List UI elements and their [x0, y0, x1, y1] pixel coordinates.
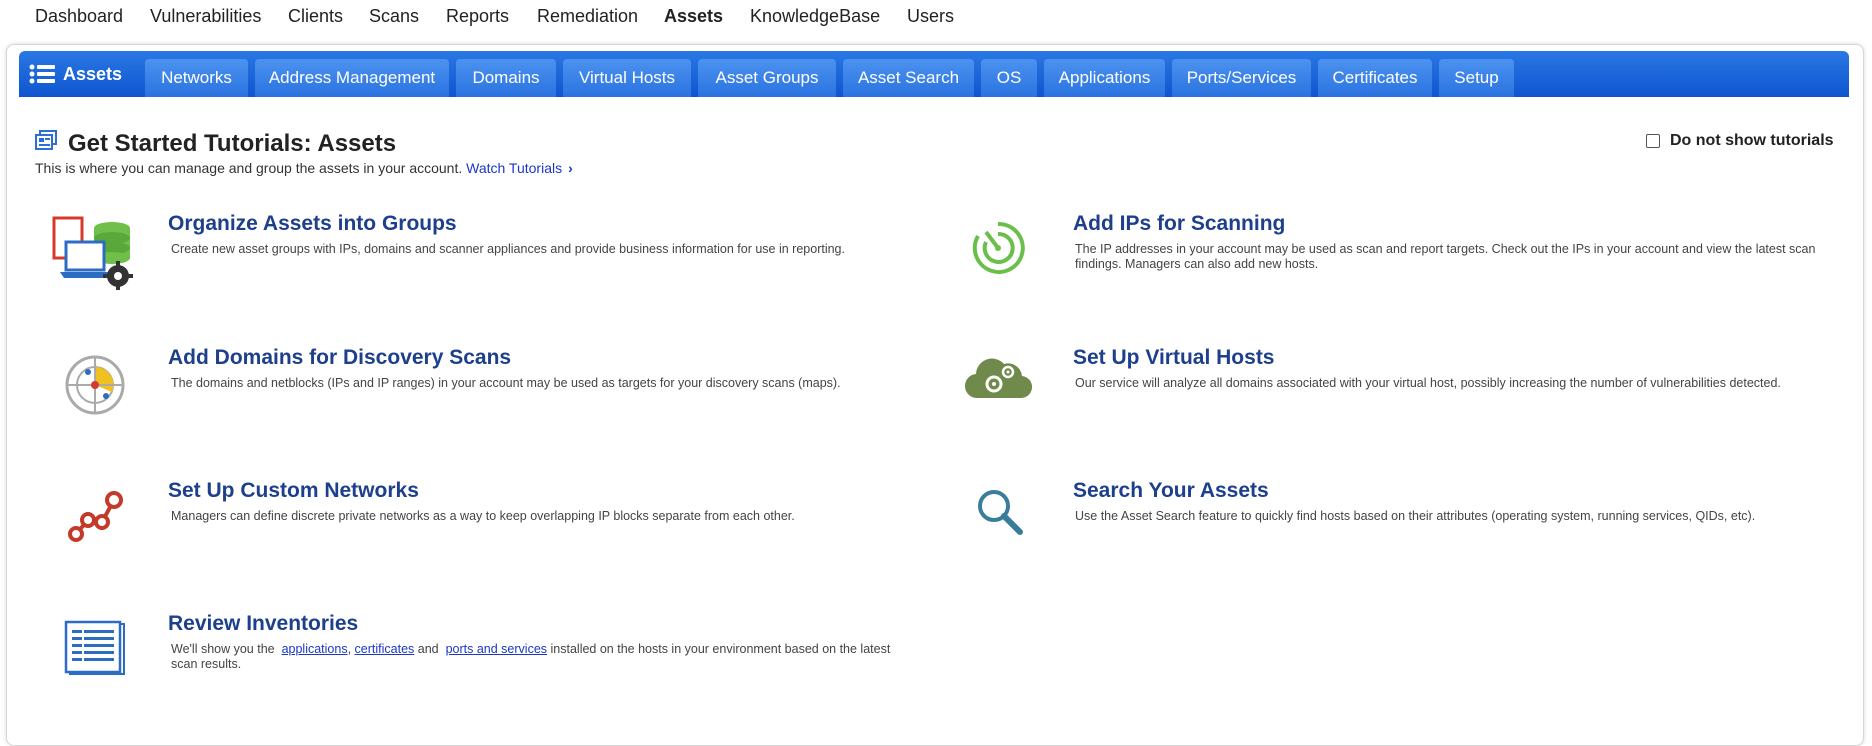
custom-network-icon — [68, 491, 123, 542]
tutorial-subtitle-text: This is where you can manage and group t… — [35, 160, 463, 176]
review-inventories-title[interactable]: Review Inventories — [168, 612, 358, 636]
add-domains-title[interactable]: Add Domains for Discovery Scans — [168, 346, 511, 370]
organize-assets-title[interactable]: Organize Assets into Groups — [168, 212, 457, 236]
virtual-hosts-title[interactable]: Set Up Virtual Hosts — [1073, 346, 1275, 370]
review-inventories-sep: , — [347, 642, 352, 656]
asset-groups-icon — [52, 216, 133, 290]
add-ips-desc: The IP addresses in your account may be … — [1075, 242, 1816, 271]
custom-networks-desc: Managers can define discrete private net… — [171, 509, 795, 523]
add-domains-desc: The domains and netblocks (IPs and IP ra… — [171, 376, 841, 390]
discovery-radar-icon — [65, 355, 125, 415]
list-icon — [29, 64, 55, 84]
tutorial-title: Get Started Tutorials: Assets — [68, 130, 397, 157]
tab-certificates[interactable]: Certificates — [1318, 59, 1432, 97]
tab-address-management[interactable]: Address Management — [255, 59, 449, 97]
tab-assets-home[interactable]: Assets — [29, 51, 122, 97]
custom-networks-title[interactable]: Set Up Custom Networks — [168, 479, 419, 503]
do-not-show-checkbox[interactable] — [1646, 134, 1660, 148]
watch-tutorials-link[interactable]: Watch Tutorials — [466, 160, 562, 176]
nav-dashboard[interactable]: Dashboard — [35, 6, 123, 27]
do-not-show-tutorials: Do not show tutorials — [1646, 132, 1834, 150]
ports-services-link[interactable]: ports and services — [446, 642, 547, 656]
assets-tab-bar: Assets Networks Address Management Domai… — [19, 51, 1849, 97]
tab-os[interactable]: OS — [981, 59, 1037, 97]
do-not-show-label: Do not show tutorials — [1670, 132, 1834, 149]
tab-asset-groups[interactable]: Asset Groups — [698, 59, 836, 97]
tab-asset-search[interactable]: Asset Search — [843, 59, 974, 97]
nav-reports[interactable]: Reports — [446, 6, 509, 27]
virtual-hosts-desc: Our service will analyze all domains ass… — [1075, 376, 1781, 390]
review-inventories-and: and — [417, 642, 439, 656]
tab-setup[interactable]: Setup — [1439, 59, 1514, 97]
nav-clients[interactable]: Clients — [288, 6, 343, 27]
tab-assets-label: Assets — [63, 63, 123, 84]
tab-virtual-hosts[interactable]: Virtual Hosts — [563, 59, 691, 97]
add-ips-icon — [972, 221, 1025, 274]
applications-link[interactable]: applications — [282, 642, 348, 656]
nav-assets[interactable]: Assets — [664, 6, 723, 27]
search-assets-desc: Use the Asset Search feature to quickly … — [1075, 509, 1756, 523]
tab-domains[interactable]: Domains — [456, 59, 556, 97]
tutorial-icon — [35, 130, 57, 150]
top-navigation: Dashboard Vulnerabilities Clients Scans … — [0, 0, 1872, 34]
search-icon — [978, 490, 1023, 535]
review-inventories-desc: We'll show you the applications, certifi… — [171, 642, 911, 672]
tab-applications[interactable]: Applications — [1044, 59, 1165, 97]
search-assets-title[interactable]: Search Your Assets — [1073, 479, 1269, 503]
certificates-link[interactable]: certificates — [355, 642, 415, 656]
inventory-list-icon — [64, 620, 125, 675]
organize-assets-desc: Create new asset groups with IPs, domain… — [171, 242, 845, 256]
tutorial-subtitle: This is where you can manage and group t… — [35, 160, 573, 176]
review-inventories-prefix: We'll show you the — [171, 642, 275, 656]
add-ips-title[interactable]: Add IPs for Scanning — [1073, 212, 1285, 236]
tab-ports-services[interactable]: Ports/Services — [1172, 59, 1311, 97]
nav-scans[interactable]: Scans — [369, 6, 419, 27]
tab-networks[interactable]: Networks — [145, 59, 248, 97]
nav-users[interactable]: Users — [907, 6, 954, 27]
nav-knowledgebase[interactable]: KnowledgeBase — [750, 6, 880, 27]
cloud-gear-icon — [965, 358, 1032, 399]
nav-remediation[interactable]: Remediation — [537, 6, 638, 27]
chevron-right-icon[interactable]: › — [568, 160, 573, 176]
nav-vulnerabilities[interactable]: Vulnerabilities — [150, 6, 261, 27]
